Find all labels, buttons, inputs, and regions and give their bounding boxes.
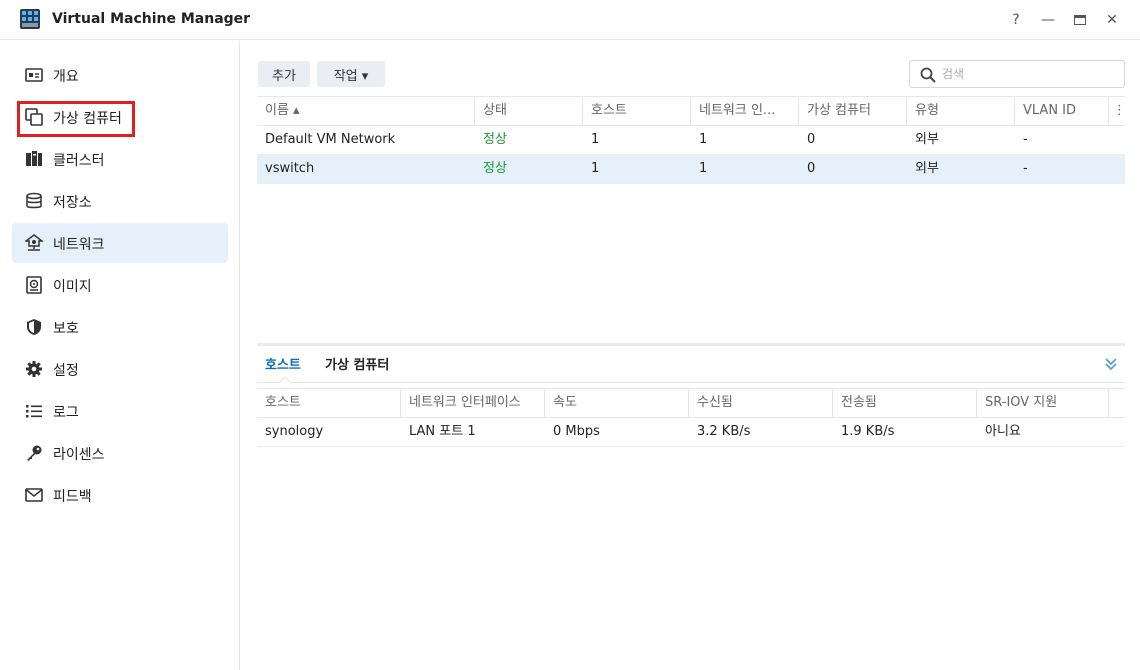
vmm-app-icon: [20, 9, 40, 29]
network-icon: [25, 234, 43, 251]
column-header-speed[interactable]: 속도: [545, 389, 689, 417]
sidebar-item-log[interactable]: 로그: [12, 391, 228, 431]
tab-host[interactable]: 호스트: [265, 354, 301, 373]
cell-status: 정상: [483, 132, 507, 147]
maximize-icon[interactable]: [1068, 8, 1092, 32]
column-menu-icon[interactable]: ⋮: [1109, 97, 1125, 125]
image-icon: [26, 276, 42, 294]
sidebar-item-label: 보호: [53, 321, 79, 337]
cell-vlan: -: [1023, 132, 1028, 147]
feedback-icon: [25, 488, 43, 502]
sidebar-item-protection[interactable]: 보호: [12, 307, 228, 347]
cell-name: vswitch: [265, 161, 315, 176]
cell-vlan: -: [1023, 161, 1028, 176]
cell-vm: 0: [807, 132, 816, 147]
detail-panel: 호스트 가상 컴퓨터: [257, 343, 1125, 383]
column-header-received[interactable]: 수신됨: [689, 389, 833, 417]
sidebar-item-label: 네트워크: [53, 237, 105, 253]
table-row[interactable]: vswitch 정상 1 1 0 외부 -: [257, 155, 1125, 184]
cell-status: 정상: [483, 161, 507, 176]
minimize-icon[interactable]: —: [1036, 8, 1060, 32]
title-bar: Virtual Machine Manager ? — ✕: [0, 0, 1140, 40]
sidebar-item-storage[interactable]: 저장소: [12, 181, 228, 221]
host-table-header: 호스트 네트워크 인터페이스 속도 수신됨 전송됨 SR-IOV 지원: [257, 388, 1125, 418]
cell-interface: LAN 포트 1: [409, 424, 476, 439]
storage-icon: [26, 192, 42, 209]
column-header-network-interface[interactable]: 네트워크 인...: [691, 97, 799, 125]
column-header-type[interactable]: 유형: [907, 97, 1015, 125]
sidebar-item-label: 로그: [53, 405, 79, 421]
cell-host: 1: [591, 161, 600, 176]
tab-divider: [257, 382, 1125, 383]
cell-host: synology: [265, 424, 324, 439]
column-header-sriov[interactable]: SR-IOV 지원: [977, 389, 1109, 417]
column-header-sent[interactable]: 전송됨: [833, 389, 977, 417]
tab-pointer-icon: [279, 376, 291, 383]
cell-interface: 1: [699, 161, 708, 176]
protection-icon: [27, 319, 41, 335]
cell-sriov: 아니요: [985, 424, 1021, 439]
sidebar-item-feedback[interactable]: 피드백: [12, 475, 228, 515]
cell-type: 외부: [915, 132, 939, 147]
network-table-header: 이름 ▴ 상태 호스트 네트워크 인... 가상 컴퓨터 유형 VLAN ID …: [257, 96, 1125, 126]
sidebar-item-label: 저장소: [53, 195, 92, 211]
table-row[interactable]: Default VM Network 정상 1 1 0 외부 -: [257, 126, 1125, 155]
cell-interface: 1: [699, 132, 708, 147]
overview-icon: [25, 68, 43, 82]
sidebar-item-settings[interactable]: 설정: [12, 349, 228, 389]
action-dropdown-button[interactable]: 작업 ▾: [317, 61, 385, 87]
sidebar-item-label: 설정: [53, 363, 79, 379]
cell-vm: 0: [807, 161, 816, 176]
sidebar-item-license[interactable]: 라이센스: [12, 433, 228, 473]
collapse-icon[interactable]: [1103, 356, 1119, 372]
cluster-icon: [26, 151, 42, 166]
sidebar-item-label: 라이센스: [53, 447, 105, 463]
table-row[interactable]: synology LAN 포트 1 0 Mbps 3.2 KB/s 1.9 KB…: [257, 418, 1125, 447]
sidebar-item-overview[interactable]: 개요: [12, 55, 228, 95]
column-header-status[interactable]: 상태: [475, 97, 583, 125]
cell-received: 3.2 KB/s: [697, 424, 751, 439]
search-icon: [920, 67, 936, 83]
log-icon: [26, 405, 42, 418]
app-title: Virtual Machine Manager: [52, 11, 251, 27]
column-header-network-interface[interactable]: 네트워크 인터페이스: [401, 389, 545, 417]
add-button[interactable]: 추가: [258, 61, 310, 87]
sidebar-item-label: 개요: [53, 69, 79, 85]
close-icon[interactable]: ✕: [1100, 8, 1124, 32]
settings-icon: [26, 361, 42, 377]
column-header-vlan[interactable]: VLAN ID: [1015, 97, 1109, 125]
column-header-host[interactable]: 호스트: [257, 389, 401, 417]
cell-host: 1: [591, 132, 600, 147]
license-icon: [27, 445, 42, 461]
sidebar-item-label: 클러스터: [53, 153, 105, 169]
cell-speed: 0 Mbps: [553, 424, 600, 439]
search-box[interactable]: [909, 60, 1125, 88]
column-header-vm[interactable]: 가상 컴퓨터: [799, 97, 907, 125]
sidebar-item-cluster[interactable]: 클러스터: [12, 139, 228, 179]
cell-sent: 1.9 KB/s: [841, 424, 895, 439]
cell-name: Default VM Network: [265, 132, 396, 147]
cell-type: 외부: [915, 161, 939, 176]
highlight-box: [17, 101, 135, 137]
search-input[interactable]: [942, 65, 1112, 83]
sidebar-item-image[interactable]: 이미지: [12, 265, 228, 305]
help-icon[interactable]: ?: [1004, 8, 1028, 32]
tab-virtual-machine[interactable]: 가상 컴퓨터: [325, 354, 389, 373]
sidebar-item-network[interactable]: 네트워크: [12, 223, 228, 263]
column-header-host[interactable]: 호스트: [583, 97, 691, 125]
sidebar-item-label: 이미지: [53, 279, 92, 295]
column-header-name[interactable]: 이름 ▴: [257, 97, 475, 125]
sidebar-item-label: 피드백: [53, 489, 92, 505]
